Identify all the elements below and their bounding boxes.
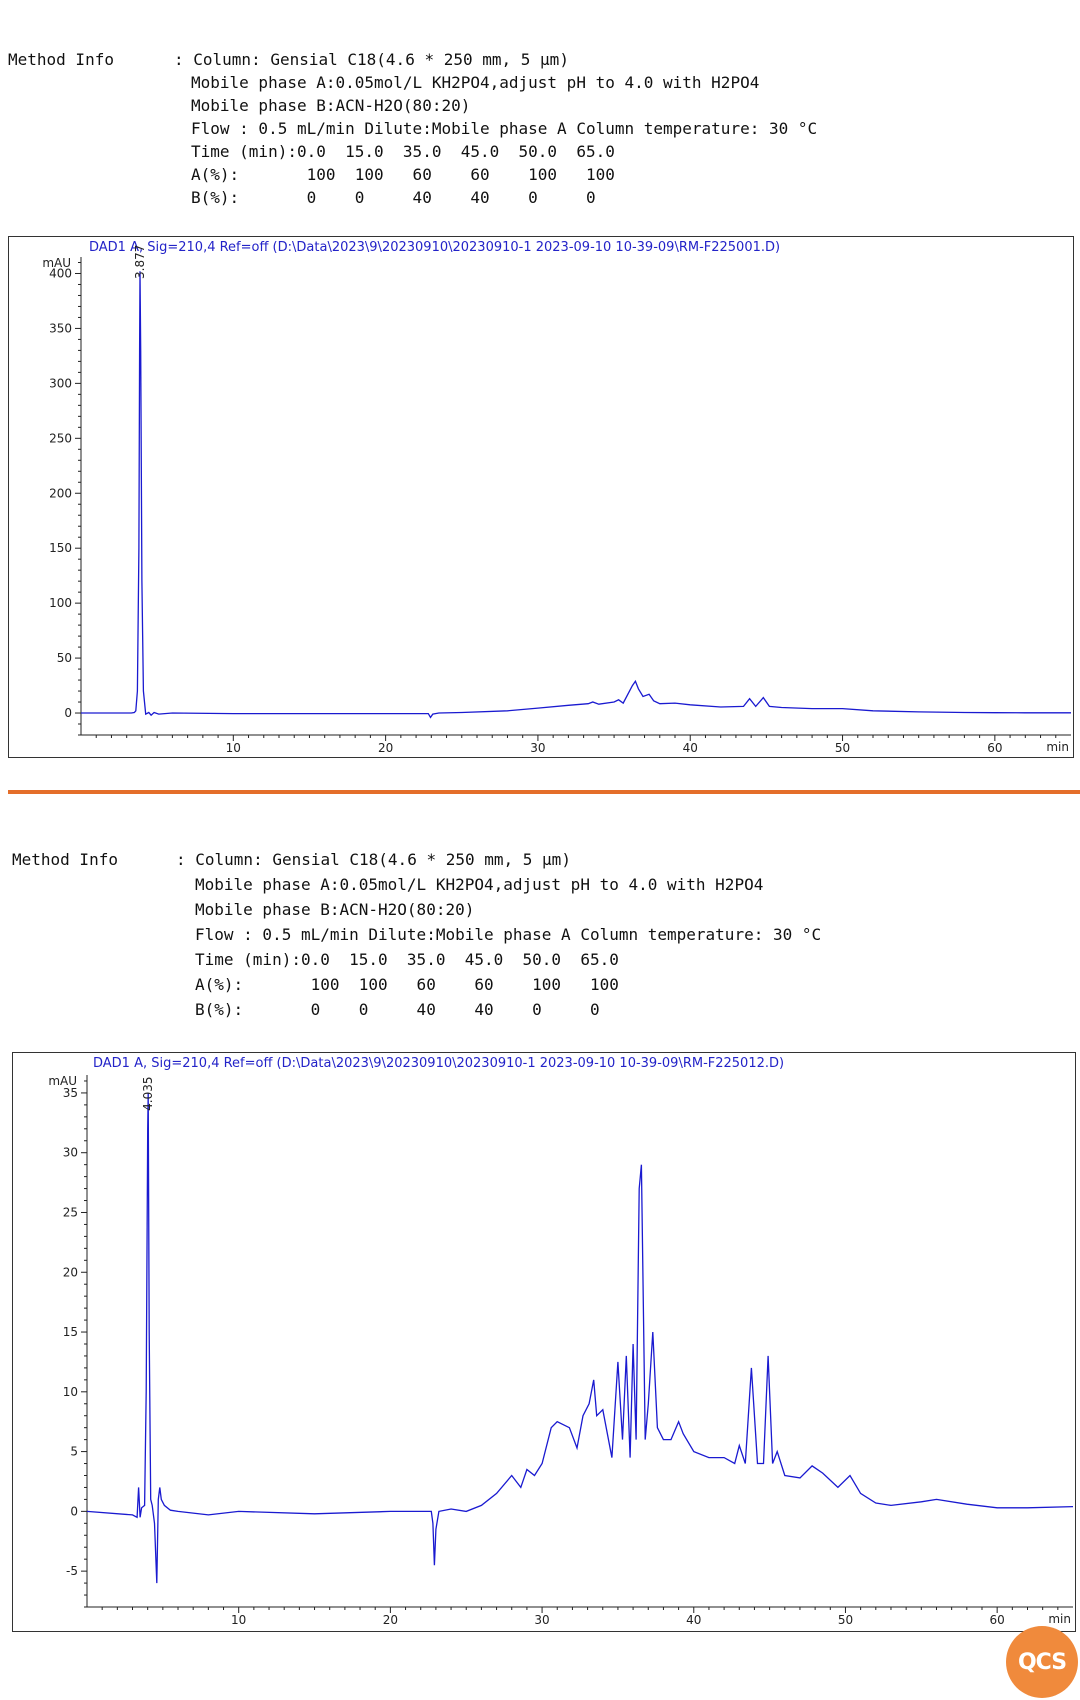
y-tick-label: 250 xyxy=(49,431,72,445)
method-info-line: A(%): 100 100 60 60 100 100 xyxy=(195,975,619,994)
x-tick-label: 30 xyxy=(530,741,545,755)
chromatogram-trace xyxy=(81,271,1071,719)
method-info-title: Method Info xyxy=(8,50,114,69)
chromatogram-1: DAD1 A, Sig=210,4 Ref=off (D:\Data\2023\… xyxy=(42,240,1071,755)
y-tick-label: 25 xyxy=(63,1205,78,1219)
y-tick-label: 30 xyxy=(63,1146,78,1160)
y-tick-label: 5 xyxy=(70,1445,78,1459)
method-info-line: : Column: Gensial C18(4.6 * 250 mm, 5 μm… xyxy=(176,850,571,869)
panel-1: Method Info : Column: Gensial C18(4.6 * … xyxy=(0,0,1080,758)
method-info-title: Method Info xyxy=(12,850,118,869)
method-info-line: Time (min):0.0 15.0 35.0 45.0 50.0 65.0 xyxy=(195,950,619,969)
x-tick-label: 50 xyxy=(835,741,850,755)
y-tick-label: 400 xyxy=(49,266,72,280)
x-tick-label: 20 xyxy=(378,741,393,755)
y-tick-label: 15 xyxy=(63,1325,78,1339)
x-tick-label: 10 xyxy=(226,741,241,755)
chromatogram-trace xyxy=(86,1092,1074,1584)
method-info-line: Mobile phase B:ACN-H2O(80:20) xyxy=(195,900,475,919)
y-tick-label: 10 xyxy=(63,1385,78,1399)
method-info-line: Flow : 0.5 mL/min Dilute:Mobile phase A … xyxy=(191,119,818,138)
x-tick-label: 10 xyxy=(231,1613,246,1627)
panel-separator xyxy=(8,790,1080,794)
y-tick-label: 100 xyxy=(49,596,72,610)
x-tick-label: 40 xyxy=(686,1613,701,1627)
method-info-line: Time (min):0.0 15.0 35.0 45.0 50.0 65.0 xyxy=(191,142,615,161)
x-tick-label: 30 xyxy=(534,1613,549,1627)
method-info-line: B(%): 0 0 40 40 0 0 xyxy=(191,188,596,207)
method-info-line: Mobile phase B:ACN-H2O(80:20) xyxy=(191,96,471,115)
y-tick-label: 200 xyxy=(49,486,72,500)
x-tick-label: 40 xyxy=(683,741,698,755)
y-tick-label: 35 xyxy=(63,1086,78,1100)
y-tick-label: 0 xyxy=(70,1504,78,1518)
chart-title: DAD1 A, Sig=210,4 Ref=off (D:\Data\2023\… xyxy=(93,1056,784,1071)
qcs-logo: QCS xyxy=(1006,1626,1078,1698)
peak-label: 3.877 xyxy=(133,245,147,279)
method-info-line: A(%): 100 100 60 60 100 100 xyxy=(191,165,615,184)
method-info-line: : Column: Gensial C18(4.6 * 250 mm, 5 μm… xyxy=(174,50,569,69)
method-info-line: Flow : 0.5 mL/min Dilute:Mobile phase A … xyxy=(195,925,822,944)
x-axis-label: min xyxy=(1046,740,1069,754)
method-info-line: B(%): 0 0 40 40 0 0 xyxy=(195,1000,600,1019)
y-tick-label: 300 xyxy=(49,376,72,390)
y-tick-label: -5 xyxy=(66,1564,78,1578)
x-tick-label: 50 xyxy=(838,1613,853,1627)
chromatogram-frame: DAD1 A, Sig=210,4 Ref=off (D:\Data\2023\… xyxy=(12,1052,1076,1632)
y-tick-label: 350 xyxy=(49,321,72,335)
x-tick-label: 60 xyxy=(987,741,1002,755)
y-tick-label: 50 xyxy=(57,651,72,665)
y-tick-label: 0 xyxy=(64,706,72,720)
chart-title: DAD1 A, Sig=210,4 Ref=off (D:\Data\2023\… xyxy=(89,240,780,255)
panel-2: Method Info : Column: Gensial C18(4.6 * … xyxy=(0,800,1080,1700)
chromatogram-2: DAD1 A, Sig=210,4 Ref=off (D:\Data\2023\… xyxy=(48,1056,1074,1627)
x-tick-label: 20 xyxy=(383,1613,398,1627)
x-tick-label: 60 xyxy=(990,1613,1005,1627)
method-info-line: Mobile phase A:0.05mol/L KH2PO4,adjust p… xyxy=(195,875,764,894)
y-tick-label: 20 xyxy=(63,1265,78,1279)
method-info-line: Mobile phase A:0.05mol/L KH2PO4,adjust p… xyxy=(191,73,760,92)
y-tick-label: 150 xyxy=(49,541,72,555)
peak-label: 4.035 xyxy=(141,1077,155,1111)
x-axis-label: min xyxy=(1048,1612,1071,1626)
chromatogram-frame: DAD1 A, Sig=210,4 Ref=off (D:\Data\2023\… xyxy=(8,236,1074,758)
